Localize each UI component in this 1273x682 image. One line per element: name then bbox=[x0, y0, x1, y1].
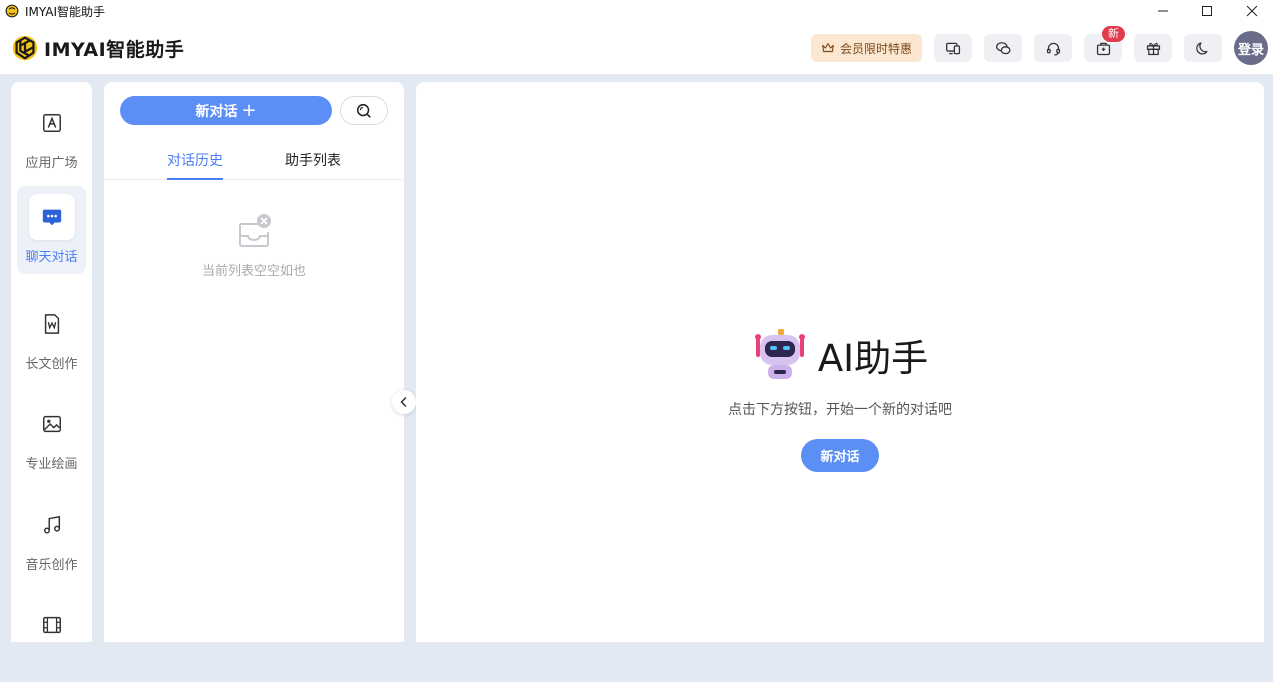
hero-subtitle: 点击下方按钮，开始一个新的对话吧 bbox=[728, 402, 952, 418]
hero-title: AI助手 bbox=[752, 327, 928, 383]
maximize-icon bbox=[1202, 6, 1212, 16]
nav-icon-wrap bbox=[29, 502, 75, 548]
new-badge: 新 bbox=[1101, 25, 1126, 43]
gift-icon bbox=[1146, 42, 1160, 55]
new-chat-label: 新对话 bbox=[195, 103, 238, 120]
theme-toggle-button[interactable] bbox=[1184, 34, 1222, 62]
hero-title-text: AI助手 bbox=[817, 337, 929, 380]
chat-icon bbox=[42, 209, 61, 226]
gift-button[interactable] bbox=[1134, 34, 1172, 62]
login-avatar-button[interactable]: 登录 bbox=[1234, 31, 1268, 65]
nav-icon-wrap bbox=[29, 100, 75, 146]
nav-label: 音乐创作 bbox=[25, 558, 78, 573]
search-button[interactable] bbox=[340, 96, 388, 125]
nav-item-chat[interactable]: 聊天对话 bbox=[17, 186, 86, 274]
maximize-button[interactable] bbox=[1184, 0, 1230, 22]
vip-offer-button[interactable]: 会员限时特惠 bbox=[810, 34, 922, 62]
empty-text: 当前列表空空如也 bbox=[201, 264, 306, 279]
chevron-left-icon bbox=[400, 396, 407, 408]
app-logo-icon bbox=[5, 4, 19, 18]
minimize-icon bbox=[1158, 10, 1168, 12]
brand[interactable]: IMYAI智能助手 bbox=[10, 33, 184, 63]
window-titlebar: IMYAI智能助手 bbox=[0, 0, 1273, 22]
music-icon bbox=[43, 515, 60, 534]
devices-button[interactable] bbox=[934, 34, 972, 62]
app-store-button[interactable]: 新 bbox=[1084, 25, 1126, 62]
wechat-icon bbox=[995, 41, 1011, 54]
tab-assistant-list[interactable]: 助手列表 bbox=[285, 150, 341, 180]
nav-label: 聊天对话 bbox=[25, 250, 78, 265]
minimize-button[interactable] bbox=[1140, 0, 1186, 22]
nav-item-video[interactable] bbox=[17, 594, 86, 682]
nav-icon-wrap bbox=[29, 602, 75, 648]
nav-item-painting[interactable]: 专业绘画 bbox=[17, 393, 86, 481]
video-icon bbox=[42, 616, 61, 634]
new-chat-button[interactable]: 新对话 + bbox=[120, 96, 332, 125]
welcome-hero: AI助手 点击下方按钮，开始一个新的对话吧 新对话 bbox=[416, 327, 1264, 472]
left-nav: 应用广场 聊天对话 长文创作 专业绘画 音乐创作 bbox=[11, 82, 92, 642]
app-square-icon bbox=[42, 114, 61, 132]
conversation-panel: 新对话 + 对话历史 助手列表 当前列表空空如也 bbox=[104, 82, 404, 642]
devices-icon bbox=[945, 42, 960, 54]
moon-icon bbox=[1195, 41, 1208, 54]
brand-logo-icon bbox=[12, 35, 38, 61]
wechat-button[interactable] bbox=[984, 34, 1022, 62]
brand-name: IMYAI智能助手 bbox=[44, 38, 185, 61]
app-header: IMYAI智能助手 会员限时特惠 新 登录 bbox=[0, 22, 1273, 74]
start-new-chat-button[interactable]: 新对话 bbox=[801, 439, 879, 472]
collapse-panel-button[interactable] bbox=[392, 390, 416, 414]
headset-icon bbox=[1046, 42, 1060, 56]
empty-inbox-icon bbox=[239, 214, 271, 247]
nav-icon-wrap bbox=[29, 301, 75, 347]
support-button[interactable] bbox=[1034, 34, 1072, 62]
tab-history[interactable]: 对话历史 bbox=[167, 150, 223, 180]
window-title: IMYAI智能助手 bbox=[25, 4, 106, 19]
close-icon bbox=[1246, 5, 1258, 17]
nav-label: 应用广场 bbox=[25, 156, 78, 171]
main-area: AI助手 点击下方按钮，开始一个新的对话吧 新对话 bbox=[416, 82, 1264, 642]
header-actions: 会员限时特惠 新 登录 bbox=[810, 22, 1273, 74]
empty-state: 当前列表空空如也 bbox=[104, 212, 404, 279]
word-doc-icon bbox=[44, 314, 59, 334]
panel-tabs: 对话历史 助手列表 bbox=[104, 142, 404, 180]
nav-icon-wrap bbox=[29, 401, 75, 447]
nav-item-long-writing[interactable]: 长文创作 bbox=[17, 293, 86, 381]
nav-label: 专业绘画 bbox=[25, 457, 78, 472]
crown-icon bbox=[822, 43, 834, 53]
nav-label: 长文创作 bbox=[25, 357, 78, 372]
vip-offer-label: 会员限时特惠 bbox=[839, 41, 912, 56]
nav-icon-wrap bbox=[28, 194, 75, 240]
nav-item-music[interactable]: 音乐创作 bbox=[17, 494, 86, 582]
plus-icon: + bbox=[241, 99, 257, 121]
robot-icon bbox=[754, 329, 805, 379]
search-icon bbox=[356, 103, 371, 118]
image-icon bbox=[42, 415, 61, 433]
nav-item-app-square[interactable]: 应用广场 bbox=[17, 92, 86, 180]
close-window-button[interactable] bbox=[1229, 0, 1273, 22]
